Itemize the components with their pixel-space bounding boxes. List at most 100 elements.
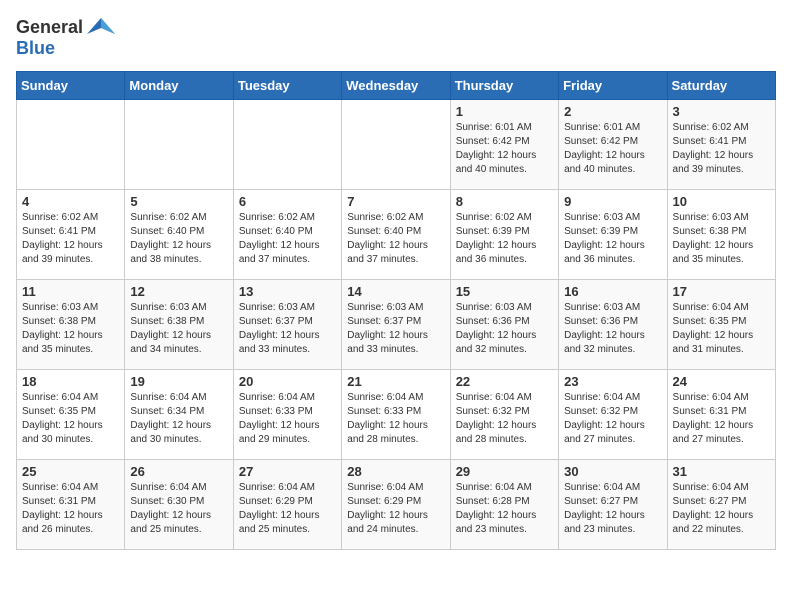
day-number: 7	[347, 194, 444, 209]
calendar-day-27: 27 Sunrise: 6:04 AM Sunset: 6:29 PM Dayli…	[233, 460, 341, 550]
calendar-day-30: 30 Sunrise: 6:04 AM Sunset: 6:27 PM Dayli…	[559, 460, 667, 550]
calendar-day-11: 11 Sunrise: 6:03 AM Sunset: 6:38 PM Dayli…	[17, 280, 125, 370]
calendar-day-1: 1 Sunrise: 6:01 AM Sunset: 6:42 PM Daylig…	[450, 100, 558, 190]
day-number: 4	[22, 194, 119, 209]
calendar-empty-cell	[233, 100, 341, 190]
day-info: Sunrise: 6:03 AM Sunset: 6:37 PM Dayligh…	[239, 301, 336, 357]
day-info: Sunrise: 6:04 AM Sunset: 6:28 PM Dayligh…	[456, 481, 553, 537]
day-info: Sunrise: 6:04 AM Sunset: 6:31 PM Dayligh…	[22, 481, 119, 537]
day-info: Sunrise: 6:02 AM Sunset: 6:39 PM Dayligh…	[456, 211, 553, 267]
day-number: 22	[456, 374, 553, 389]
day-number: 8	[456, 194, 553, 209]
weekday-header-saturday: Saturday	[667, 72, 775, 100]
calendar-day-28: 28Sunrise: 6:04 AM Sunset: 6:29 PM Dayli…	[342, 460, 450, 550]
calendar-day-2: 2 Sunrise: 6:01 AM Sunset: 6:42 PM Daylig…	[559, 100, 667, 190]
day-number: 26	[130, 464, 227, 479]
calendar-empty-cell	[342, 100, 450, 190]
day-info: Sunrise: 6:04 AM Sunset: 6:35 PM Dayligh…	[22, 391, 119, 447]
day-number: 16	[564, 284, 661, 299]
weekday-header-thursday: Thursday	[450, 72, 558, 100]
calendar-day-17: 17Sunrise: 6:04 AM Sunset: 6:35 PM Dayli…	[667, 280, 775, 370]
day-number: 31	[673, 464, 770, 479]
calendar-day-18: 18 Sunrise: 6:04 AM Sunset: 6:35 PM Dayli…	[17, 370, 125, 460]
calendar-day-6: 6 Sunrise: 6:02 AM Sunset: 6:40 PM Daylig…	[233, 190, 341, 280]
day-number: 21	[347, 374, 444, 389]
calendar-day-5: 5 Sunrise: 6:02 AM Sunset: 6:40 PM Daylig…	[125, 190, 233, 280]
logo-general-text: General	[16, 17, 83, 38]
day-number: 10	[673, 194, 770, 209]
logo-blue-text: Blue	[16, 38, 55, 58]
calendar-day-13: 13 Sunrise: 6:03 AM Sunset: 6:37 PM Dayli…	[233, 280, 341, 370]
calendar-week-row: 1 Sunrise: 6:01 AM Sunset: 6:42 PM Daylig…	[17, 100, 776, 190]
day-number: 29	[456, 464, 553, 479]
calendar-day-8: 8 Sunrise: 6:02 AM Sunset: 6:39 PM Daylig…	[450, 190, 558, 280]
weekday-header-monday: Monday	[125, 72, 233, 100]
calendar-day-29: 29 Sunrise: 6:04 AM Sunset: 6:28 PM Dayli…	[450, 460, 558, 550]
calendar-empty-cell	[17, 100, 125, 190]
calendar-day-4: 4 Sunrise: 6:02 AM Sunset: 6:41 PM Daylig…	[17, 190, 125, 280]
day-info: Sunrise: 6:04 AM Sunset: 6:29 PM Dayligh…	[239, 481, 336, 537]
calendar-week-row: 25Sunrise: 6:04 AM Sunset: 6:31 PM Dayli…	[17, 460, 776, 550]
day-info: Sunrise: 6:04 AM Sunset: 6:32 PM Dayligh…	[456, 391, 553, 447]
day-number: 11	[22, 284, 119, 299]
day-number: 2	[564, 104, 661, 119]
day-number: 24	[673, 374, 770, 389]
day-info: Sunrise: 6:04 AM Sunset: 6:27 PM Dayligh…	[564, 481, 661, 537]
day-number: 17	[673, 284, 770, 299]
calendar-day-16: 16Sunrise: 6:03 AM Sunset: 6:36 PM Dayli…	[559, 280, 667, 370]
calendar-day-3: 3 Sunrise: 6:02 AM Sunset: 6:41 PM Daylig…	[667, 100, 775, 190]
day-number: 6	[239, 194, 336, 209]
day-number: 20	[239, 374, 336, 389]
day-info: Sunrise: 6:03 AM Sunset: 6:39 PM Dayligh…	[564, 211, 661, 267]
weekday-header-friday: Friday	[559, 72, 667, 100]
day-info: Sunrise: 6:03 AM Sunset: 6:37 PM Dayligh…	[347, 301, 444, 357]
day-info: Sunrise: 6:04 AM Sunset: 6:32 PM Dayligh…	[564, 391, 661, 447]
day-info: Sunrise: 6:04 AM Sunset: 6:31 PM Dayligh…	[673, 391, 770, 447]
calendar-table: SundayMondayTuesdayWednesdayThursdayFrid…	[16, 71, 776, 550]
day-number: 18	[22, 374, 119, 389]
day-info: Sunrise: 6:03 AM Sunset: 6:36 PM Dayligh…	[456, 301, 553, 357]
calendar-empty-cell	[125, 100, 233, 190]
weekday-header-tuesday: Tuesday	[233, 72, 341, 100]
logo: General Blue	[16, 16, 115, 59]
day-info: Sunrise: 6:02 AM Sunset: 6:40 PM Dayligh…	[239, 211, 336, 267]
day-number: 19	[130, 374, 227, 389]
day-info: Sunrise: 6:03 AM Sunset: 6:38 PM Dayligh…	[673, 211, 770, 267]
weekday-header-wednesday: Wednesday	[342, 72, 450, 100]
calendar-day-10: 10 Sunrise: 6:03 AM Sunset: 6:38 PM Dayli…	[667, 190, 775, 280]
day-info: Sunrise: 6:04 AM Sunset: 6:29 PM Dayligh…	[347, 481, 444, 537]
calendar-day-7: 7 Sunrise: 6:02 AM Sunset: 6:40 PM Daylig…	[342, 190, 450, 280]
logo-bird-icon	[87, 16, 115, 38]
day-info: Sunrise: 6:02 AM Sunset: 6:41 PM Dayligh…	[673, 121, 770, 177]
calendar-day-31: 31 Sunrise: 6:04 AM Sunset: 6:27 PM Dayli…	[667, 460, 775, 550]
day-info: Sunrise: 6:04 AM Sunset: 6:34 PM Dayligh…	[130, 391, 227, 447]
calendar-day-25: 25Sunrise: 6:04 AM Sunset: 6:31 PM Dayli…	[17, 460, 125, 550]
calendar-day-12: 12Sunrise: 6:03 AM Sunset: 6:38 PM Dayli…	[125, 280, 233, 370]
weekday-header-row: SundayMondayTuesdayWednesdayThursdayFrid…	[17, 72, 776, 100]
calendar-day-26: 26Sunrise: 6:04 AM Sunset: 6:30 PM Dayli…	[125, 460, 233, 550]
day-info: Sunrise: 6:01 AM Sunset: 6:42 PM Dayligh…	[564, 121, 661, 177]
calendar-week-row: 4 Sunrise: 6:02 AM Sunset: 6:41 PM Daylig…	[17, 190, 776, 280]
calendar-day-19: 19 Sunrise: 6:04 AM Sunset: 6:34 PM Dayli…	[125, 370, 233, 460]
calendar-day-9: 9 Sunrise: 6:03 AM Sunset: 6:39 PM Daylig…	[559, 190, 667, 280]
day-number: 9	[564, 194, 661, 209]
day-number: 5	[130, 194, 227, 209]
calendar-day-21: 21 Sunrise: 6:04 AM Sunset: 6:33 PM Dayli…	[342, 370, 450, 460]
weekday-header-sunday: Sunday	[17, 72, 125, 100]
day-info: Sunrise: 6:04 AM Sunset: 6:27 PM Dayligh…	[673, 481, 770, 537]
day-number: 1	[456, 104, 553, 119]
calendar-day-22: 22 Sunrise: 6:04 AM Sunset: 6:32 PM Dayli…	[450, 370, 558, 460]
day-number: 30	[564, 464, 661, 479]
day-info: Sunrise: 6:03 AM Sunset: 6:38 PM Dayligh…	[22, 301, 119, 357]
day-info: Sunrise: 6:04 AM Sunset: 6:33 PM Dayligh…	[347, 391, 444, 447]
day-info: Sunrise: 6:02 AM Sunset: 6:41 PM Dayligh…	[22, 211, 119, 267]
calendar-week-row: 11 Sunrise: 6:03 AM Sunset: 6:38 PM Dayli…	[17, 280, 776, 370]
calendar-day-15: 15Sunrise: 6:03 AM Sunset: 6:36 PM Dayli…	[450, 280, 558, 370]
day-info: Sunrise: 6:02 AM Sunset: 6:40 PM Dayligh…	[130, 211, 227, 267]
calendar-week-row: 18 Sunrise: 6:04 AM Sunset: 6:35 PM Dayli…	[17, 370, 776, 460]
day-number: 3	[673, 104, 770, 119]
day-info: Sunrise: 6:01 AM Sunset: 6:42 PM Dayligh…	[456, 121, 553, 177]
day-number: 13	[239, 284, 336, 299]
day-number: 27	[239, 464, 336, 479]
day-info: Sunrise: 6:02 AM Sunset: 6:40 PM Dayligh…	[347, 211, 444, 267]
